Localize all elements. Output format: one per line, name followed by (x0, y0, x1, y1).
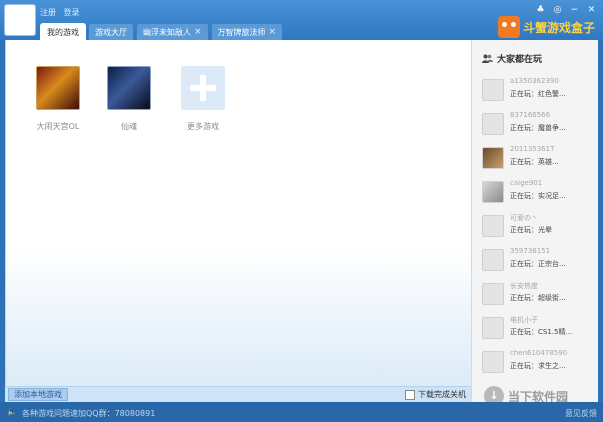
app-window: 注册 登录 我的游戏 游戏大厅 幽浮未知敌人 × 万智牌旅法师 × ♣ ◎ − … (0, 0, 603, 422)
player-item[interactable]: 359736151 正在玩：正宗台... (482, 246, 594, 272)
player-item[interactable]: 可爱の丶正在玩：光晕 (482, 212, 594, 238)
more-games-tile[interactable]: 更多游戏 (173, 66, 233, 132)
player-name: 201135361T (510, 145, 555, 153)
tab-close-icon[interactable]: × (194, 25, 202, 40)
title-bar: 注册 登录 我的游戏 游戏大厅 幽浮未知敌人 × 万智牌旅法师 × ♣ ◎ − … (0, 0, 603, 40)
panel-title-text: 大家都在玩 (497, 55, 543, 65)
game-icon[interactable] (36, 66, 80, 110)
player-playing: 正在玩：英雄... (510, 158, 559, 166)
tab-close-icon[interactable]: × (269, 25, 277, 40)
player-playing: 正在玩：实况足... (510, 192, 566, 200)
player-name: 长安热度 (510, 282, 538, 290)
player-avatar[interactable] (482, 317, 504, 339)
tab-label: 幽浮未知敌人 (143, 27, 191, 37)
shutdown-checkbox[interactable] (405, 389, 415, 400)
player-item[interactable]: 837166566 正在玩：魔兽争... (482, 110, 594, 136)
player-avatar[interactable] (482, 283, 504, 305)
player-item[interactable]: caige901 正在玩：实况足... (482, 178, 594, 204)
add-icon[interactable] (181, 66, 225, 110)
player-item[interactable]: 长安热度正在玩：超级街... (482, 280, 594, 306)
brand-logo: 斗蟹游戏盒子 (497, 16, 595, 38)
speaker-icon: 🔈 (7, 407, 17, 416)
window-controls: ♣ ◎ − ✕ (535, 5, 597, 16)
player-item[interactable]: a1350362390 正在玩：红色警... (482, 76, 594, 102)
player-playing: 正在玩：求生之... (510, 362, 566, 370)
player-name: chen610478590 (510, 349, 568, 357)
player-avatar[interactable] (482, 215, 504, 237)
player-name: caige901 (510, 179, 543, 187)
tab-xcom[interactable]: 幽浮未知敌人 × (136, 23, 209, 40)
shutdown-after-download[interactable]: 下载完成关机 (405, 389, 466, 400)
tab-my-games[interactable]: 我的游戏 (40, 23, 86, 40)
panel-title: 大家都在玩 (482, 52, 542, 65)
tab-label: 我的游戏 (47, 27, 79, 37)
brand-name: 斗蟹游戏盒子 (522, 20, 595, 35)
people-icon (482, 54, 493, 63)
player-item[interactable]: chen610478590 正在玩：求生之... (482, 348, 594, 374)
player-name: 电机小子 (510, 316, 538, 324)
player-playing: 正在玩：正宗台... (510, 260, 566, 268)
player-avatar[interactable] (482, 113, 504, 135)
player-playing: 正在玩：红色警... (510, 90, 566, 98)
add-local-game-button[interactable]: 添加本地游戏 (8, 388, 68, 401)
player-playing: 正在玩：超级街... (510, 294, 566, 302)
player-avatar[interactable] (482, 79, 504, 101)
player-item[interactable]: 201135361T 正在玩：英雄... (482, 144, 594, 170)
feedback-link[interactable]: 意见反馈 (565, 408, 597, 419)
minimize-icon[interactable]: − (569, 5, 580, 16)
login-links: 注册 登录 (40, 7, 85, 18)
game-label: 更多游戏 (187, 122, 219, 131)
player-avatar[interactable] (482, 147, 504, 169)
player-name: 359736151 (510, 247, 551, 255)
crab-logo-icon (497, 16, 520, 38)
player-playing: 正在玩：魔兽争... (510, 124, 566, 132)
settings-icon[interactable]: ◎ (552, 5, 563, 16)
player-name: 837166566 (510, 111, 551, 119)
tab-label: 万智牌旅法师 (217, 27, 266, 37)
user-avatar[interactable] (4, 4, 36, 36)
my-games-panel: 大闹天宫OL 仙魂 更多游戏 (5, 40, 471, 386)
tab-magic-planeswalkers[interactable]: 万智牌旅法师 × (210, 23, 284, 40)
game-icon[interactable] (107, 66, 151, 110)
player-avatar[interactable] (482, 351, 504, 373)
bottom-toolbar: 添加本地游戏 下载完成关机 (5, 386, 471, 402)
player-playing: 正在玩：CS1.5精... (510, 328, 573, 336)
register-link[interactable]: 注册 (40, 8, 56, 17)
status-text: 各种游戏问题速加QQ群：78080891 (22, 409, 156, 418)
player-name: a1350362390 (510, 77, 559, 85)
close-icon[interactable]: ✕ (586, 5, 597, 16)
player-item[interactable]: 电机小子正在玩：CS1.5精... (482, 314, 594, 340)
tab-strip: 我的游戏 游戏大厅 幽浮未知敌人 × 万智牌旅法师 × (40, 23, 285, 40)
player-avatar[interactable] (482, 181, 504, 203)
game-tile[interactable]: 大闹天宫OL (28, 66, 88, 132)
game-label: 仙魂 (121, 122, 137, 131)
friends-playing-panel: 大家都在玩 a1350362390 正在玩：红色警... 837166566 正在玩：… (471, 40, 598, 402)
tab-game-hall[interactable]: 游戏大厅 (88, 23, 134, 40)
game-tile[interactable]: 仙魂 (99, 66, 159, 132)
shutdown-label: 下载完成关机 (418, 390, 466, 399)
player-playing: 正在玩：光晕 (510, 226, 552, 234)
game-label: 大闹天宫OL (36, 122, 80, 131)
player-name: 可爱の丶 (510, 214, 538, 222)
player-avatar[interactable] (482, 249, 504, 271)
login-link[interactable]: 登录 (64, 8, 80, 17)
skin-icon[interactable]: ♣ (535, 5, 546, 16)
status-bar: 🔈 各种游戏问题速加QQ群：78080891 意见反馈 (0, 402, 603, 422)
tab-label: 游戏大厅 (95, 27, 127, 37)
